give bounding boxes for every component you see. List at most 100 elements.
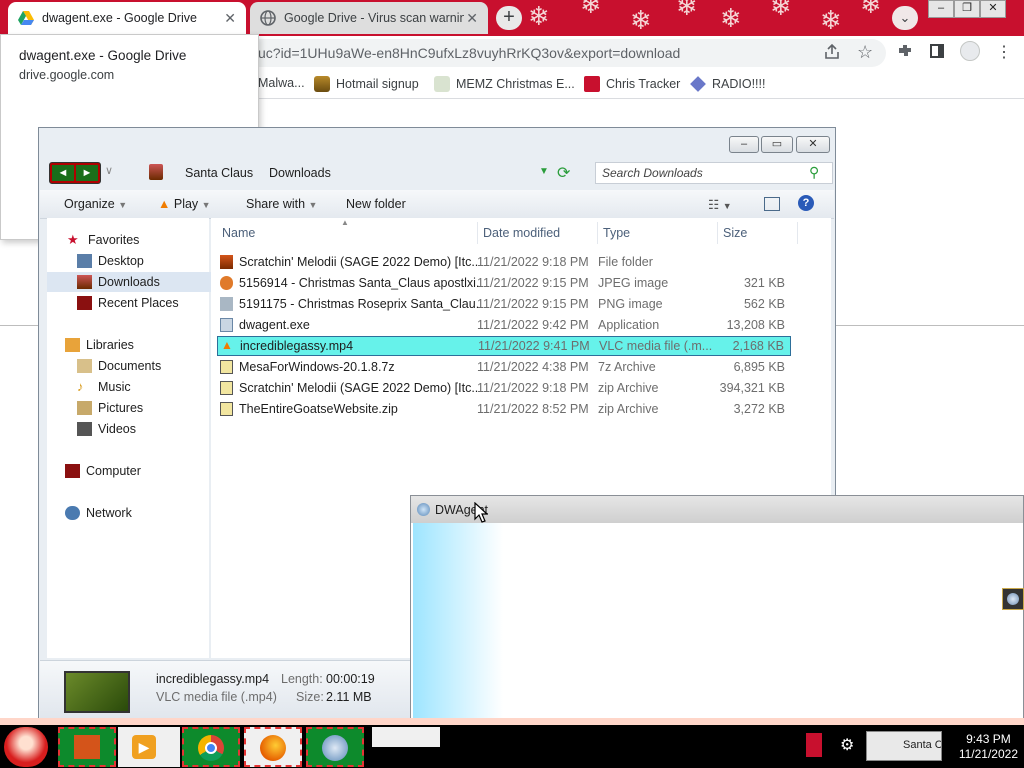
tab-search-button[interactable]: ⌄ (892, 6, 918, 30)
column-separator[interactable] (477, 222, 478, 244)
file-row[interactable]: Scratchin' Melodii (SAGE 2022 Demo) [Itc… (217, 252, 791, 272)
url-text[interactable]: uc?id=1UHu9aWe-en8HnC9ufxLz8vuyhRrKQ3ov&… (258, 45, 680, 61)
extensions-icon[interactable] (896, 42, 914, 60)
recent-pages-chevron-icon[interactable]: ∨ (105, 164, 113, 177)
play-button[interactable]: ▲ Play ▼ (158, 197, 211, 211)
maximize-button[interactable]: ❐ (954, 0, 980, 18)
close-window-button[interactable]: ✕ (796, 136, 830, 153)
share-with-button[interactable]: Share with ▼ (246, 197, 317, 211)
minimize-button[interactable]: – (729, 136, 759, 153)
organize-button[interactable]: Organize ▼ (64, 197, 127, 211)
chevron-down-icon: ▼ (201, 200, 211, 210)
search-icon[interactable]: ⚲ (809, 164, 819, 181)
dwagent-title-bar[interactable]: DWAgent (411, 496, 1023, 523)
details-filename: incrediblegassy.mp4 (156, 672, 270, 686)
help-icon[interactable]: ? (798, 195, 814, 211)
tray-overflow-area[interactable]: Santa C (866, 731, 942, 761)
file-row[interactable]: TheEntireGoatseWebsite.zip 11/21/2022 8:… (217, 399, 791, 419)
santa-user-icon (149, 164, 163, 180)
maximize-button[interactable]: ▭ (761, 136, 793, 153)
tray-gear-icon[interactable]: ⚙ (840, 735, 854, 755)
nav-favorites[interactable]: ★ Favorites (47, 230, 227, 250)
start-button-santa-icon[interactable] (4, 727, 48, 767)
side-panel-icon[interactable] (930, 44, 944, 58)
nav-music[interactable]: ♪ Music (47, 377, 237, 397)
column-separator[interactable] (597, 222, 598, 244)
file-row[interactable]: 5156914 - Christmas Santa_Claus apostlxi… (217, 273, 791, 293)
minimize-button[interactable]: – (928, 0, 954, 18)
taskbar-clock[interactable]: 9:43 PM 11/21/2022 (959, 732, 1018, 762)
snowflake-decoration: ❄ (528, 2, 550, 32)
forward-arrow-icon[interactable]: ► (76, 165, 98, 181)
bookmark-malwa[interactable]: Malwa... (258, 76, 305, 90)
dwagent-content-gradient (413, 523, 503, 725)
column-separator[interactable] (797, 222, 798, 244)
file-row-selected[interactable]: ▲ incrediblegassy.mp4 11/21/2022 9:41 PM… (217, 336, 791, 356)
file-row[interactable]: MesaForWindows-20.1.8.7z 11/21/2022 4:38… (217, 357, 791, 377)
clock-time: 9:43 PM (966, 732, 1011, 746)
bookmark-hotmail[interactable]: Hotmail signup (314, 76, 419, 92)
menu-kebab-icon[interactable]: ⋮ (996, 42, 1012, 62)
snowflake-decoration: ❄ (630, 6, 652, 36)
breadcrumb-santa-claus[interactable]: Santa Claus (185, 166, 253, 180)
tab-google-drive-dwagent[interactable]: dwagent.exe - Google Drive ✕ (8, 2, 246, 34)
nav-videos[interactable]: Videos (47, 419, 237, 439)
nav-libraries[interactable]: Libraries (47, 335, 225, 355)
close-icon[interactable]: ✕ (224, 10, 236, 27)
file-row[interactable]: dwagent.exe 11/21/2022 9:42 PM Applicati… (217, 315, 791, 335)
chrome-window-controls: – ❐ ✕ (928, 0, 1006, 18)
nav-downloads[interactable]: Downloads (47, 272, 237, 292)
back-arrow-icon[interactable]: ◄ (52, 165, 74, 181)
close-icon[interactable]: ✕ (466, 10, 478, 27)
column-name[interactable]: Name (222, 226, 255, 240)
taskbar-dwagent-button[interactable] (306, 727, 364, 767)
breadcrumb-downloads[interactable]: Downloads (269, 166, 331, 180)
taskbar-explorer-button[interactable] (58, 727, 116, 767)
column-size[interactable]: Size (723, 226, 747, 240)
taskbar-firefox-button[interactable] (244, 727, 302, 767)
taskbar-media-player-button[interactable]: ▶ (118, 727, 180, 767)
close-window-button[interactable]: ✕ (980, 0, 1006, 18)
details-length-label: Length: (281, 672, 323, 686)
libraries-icon (65, 338, 80, 352)
taskbar-chrome-button[interactable] (182, 727, 240, 767)
column-type[interactable]: Type (603, 226, 630, 240)
new-folder-button[interactable]: New folder (346, 197, 406, 211)
settings-gear-icon[interactable] (1002, 588, 1024, 610)
nav-pictures[interactable]: Pictures (47, 398, 237, 418)
tray-flag-icon[interactable] (806, 733, 822, 757)
share-icon[interactable] (823, 43, 841, 61)
preview-pane-icon[interactable] (764, 197, 780, 211)
nav-documents[interactable]: Documents (47, 356, 237, 376)
nav-desktop[interactable]: Desktop (47, 251, 237, 271)
details-size-label: Size: (296, 690, 324, 704)
column-date-modified[interactable]: Date modified (483, 226, 560, 240)
vlc-cone-icon: ▲ (221, 338, 233, 352)
view-options-icon[interactable]: ☷ ▼ (708, 197, 732, 212)
file-row[interactable]: 5191175 - Christmas Roseprix Santa_Clau.… (217, 294, 791, 314)
radio-icon (690, 76, 706, 92)
bookmark-radio[interactable]: RADIO!!!! (690, 76, 765, 92)
details-size: 2.11 MB (326, 690, 372, 704)
star-icon: ★ (67, 232, 79, 247)
nav-recent-places[interactable]: Recent Places (47, 293, 237, 313)
folder-icon (74, 735, 100, 759)
profile-avatar[interactable] (960, 41, 980, 61)
bookmark-star-icon[interactable]: ☆ (857, 42, 873, 63)
new-tab-button[interactable]: + (496, 6, 522, 30)
nav-network[interactable]: Network (47, 503, 225, 523)
bookmark-chris-tracker[interactable]: Chris Tracker (584, 76, 680, 92)
tab-virus-scan-warning[interactable]: Google Drive - Virus scan warnin ✕ (250, 2, 488, 34)
nav-computer[interactable]: Computer (47, 461, 225, 481)
refresh-icon[interactable]: ⟳ (557, 163, 570, 183)
tab-title: dwagent.exe - Google Drive (42, 11, 197, 25)
desktop-icon (77, 254, 92, 268)
jpeg-image-icon (220, 276, 233, 290)
firefox-icon (260, 735, 286, 761)
recent-places-icon (77, 296, 92, 310)
search-input[interactable]: Search Downloads (595, 162, 833, 184)
bookmark-memz[interactable]: MEMZ Christmas E... (434, 76, 575, 92)
column-separator[interactable] (717, 222, 718, 244)
address-dropdown-icon[interactable]: ▼ (539, 166, 549, 177)
file-row[interactable]: Scratchin' Melodii (SAGE 2022 Demo) [Itc… (217, 378, 791, 398)
